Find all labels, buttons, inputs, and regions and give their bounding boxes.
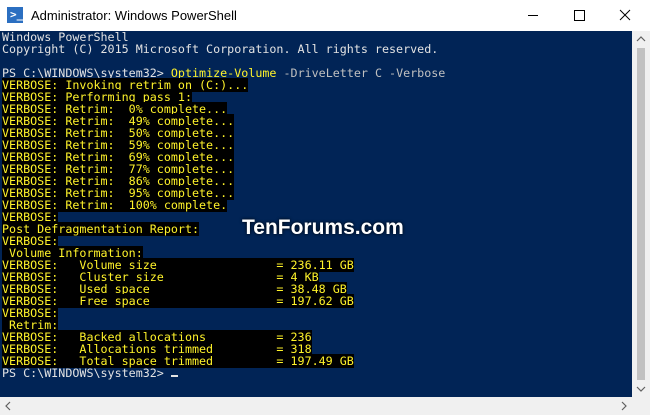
command-parameters: -DriveLetter C -Verbose [276, 66, 446, 80]
minimize-button[interactable] [510, 0, 556, 31]
vertical-scrollbar[interactable] [632, 31, 650, 397]
close-button[interactable] [602, 0, 648, 31]
powershell-window: >_ Administrator: Windows PowerShell Win… [0, 0, 650, 415]
banner-line: Copyright (C) 2015 Microsoft Corporation… [2, 42, 439, 56]
text-cursor [170, 375, 178, 377]
minimize-icon [528, 15, 538, 16]
maximize-icon [574, 10, 585, 21]
chevron-down-icon[interactable] [632, 380, 650, 397]
title-bar[interactable]: >_ Administrator: Windows PowerShell [0, 0, 650, 31]
maximize-button[interactable] [556, 0, 602, 31]
vertical-scroll-thumb[interactable] [637, 48, 645, 380]
watermark-logo: TenForums.com [242, 216, 404, 239]
horizontal-scrollbar[interactable] [0, 397, 632, 415]
window-title: Administrator: Windows PowerShell [31, 8, 237, 23]
chevron-left-icon[interactable] [0, 397, 17, 415]
scrollbar-corner [632, 397, 650, 415]
chevron-up-icon[interactable] [632, 31, 650, 48]
powershell-icon[interactable]: >_ [7, 7, 23, 23]
prompt-line[interactable]: PS C:\WINDOWS\system32> [2, 367, 178, 379]
close-icon [619, 9, 631, 21]
prompt: PS C:\WINDOWS\system32> [2, 366, 171, 380]
chevron-right-icon[interactable] [615, 397, 632, 415]
console-output[interactable]: Windows PowerShell Copyright (C) 2015 Mi… [0, 31, 632, 397]
